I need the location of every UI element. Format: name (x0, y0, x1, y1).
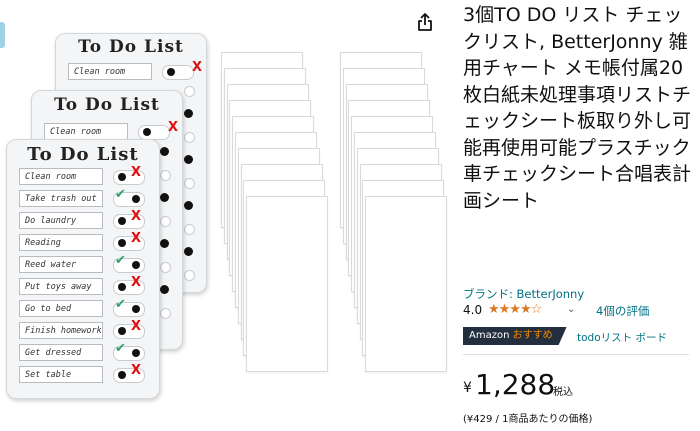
blank-sheet (365, 196, 448, 372)
todo-board-front: To Do List Clean room X Take trash out ✔ Do … (6, 139, 160, 399)
x-mark-icon: X (131, 363, 142, 378)
task-label: Take trash out (19, 190, 103, 207)
rating-value: 4.0 (463, 303, 483, 317)
x-mark-icon: X (131, 209, 142, 224)
x-mark-icon: X (131, 275, 142, 290)
x-mark-icon: X (131, 231, 142, 246)
board-title: To Do List (27, 144, 139, 165)
check-mark-icon: ✔ (115, 253, 126, 268)
task-label: Go to bed (19, 300, 103, 317)
task-label: Set table (19, 366, 103, 383)
task-label: Reading (19, 234, 103, 251)
board-title: To Do List (78, 37, 184, 57)
task-label: Clean room (68, 63, 152, 80)
task-label: Clean room (44, 123, 128, 140)
check-mark-icon: ✔ (115, 297, 126, 312)
task-label: Clean room (19, 168, 103, 185)
badge-pick: おすすめ (512, 330, 553, 341)
blank-sheet (246, 196, 329, 372)
tax-note: 税込 (553, 387, 573, 398)
badge-category-link[interactable]: todoリスト ボード (577, 330, 667, 345)
amazon-pick-badge: Amazon おすすめ (463, 327, 567, 345)
product-title: 3個TO DO リスト チェックリスト, BetterJonny 雑用チャート … (463, 4, 692, 212)
carousel-indicator (0, 22, 5, 48)
task-label: Get dressed (19, 344, 103, 361)
badge-prefix: Amazon (469, 330, 513, 341)
check-mark-icon: ✔ (115, 187, 126, 202)
x-mark-icon: X (192, 60, 203, 75)
price-value: 1,288 (475, 368, 556, 401)
task-toggle (162, 65, 194, 80)
reviews-link[interactable]: 4個の評価 (596, 303, 649, 319)
divider (463, 354, 689, 355)
x-mark-icon: X (131, 319, 142, 334)
unit-price: (¥429 / 1商品あたりの価格) (463, 414, 593, 425)
share-icon[interactable] (416, 12, 434, 32)
task-label: Reed water (19, 256, 103, 273)
x-mark-icon: X (131, 165, 142, 180)
brand-link[interactable]: ブランド: BetterJonny (463, 286, 584, 302)
chevron-down-icon[interactable]: ⌄ (567, 304, 575, 315)
task-toggle (138, 125, 170, 140)
task-label: Finish homework (19, 322, 103, 339)
star-rating-icon[interactable]: ★★★★☆ (488, 302, 542, 317)
task-label: Put toys away (19, 278, 103, 295)
task-label: Do laundry (19, 212, 103, 229)
check-mark-icon: ✔ (115, 341, 126, 356)
x-mark-icon: X (168, 120, 179, 135)
board-title: To Do List (54, 95, 160, 115)
product-image[interactable]: To Do List Clean room X To Do List Clean… (0, 0, 450, 431)
price-currency: ¥ (463, 380, 472, 396)
